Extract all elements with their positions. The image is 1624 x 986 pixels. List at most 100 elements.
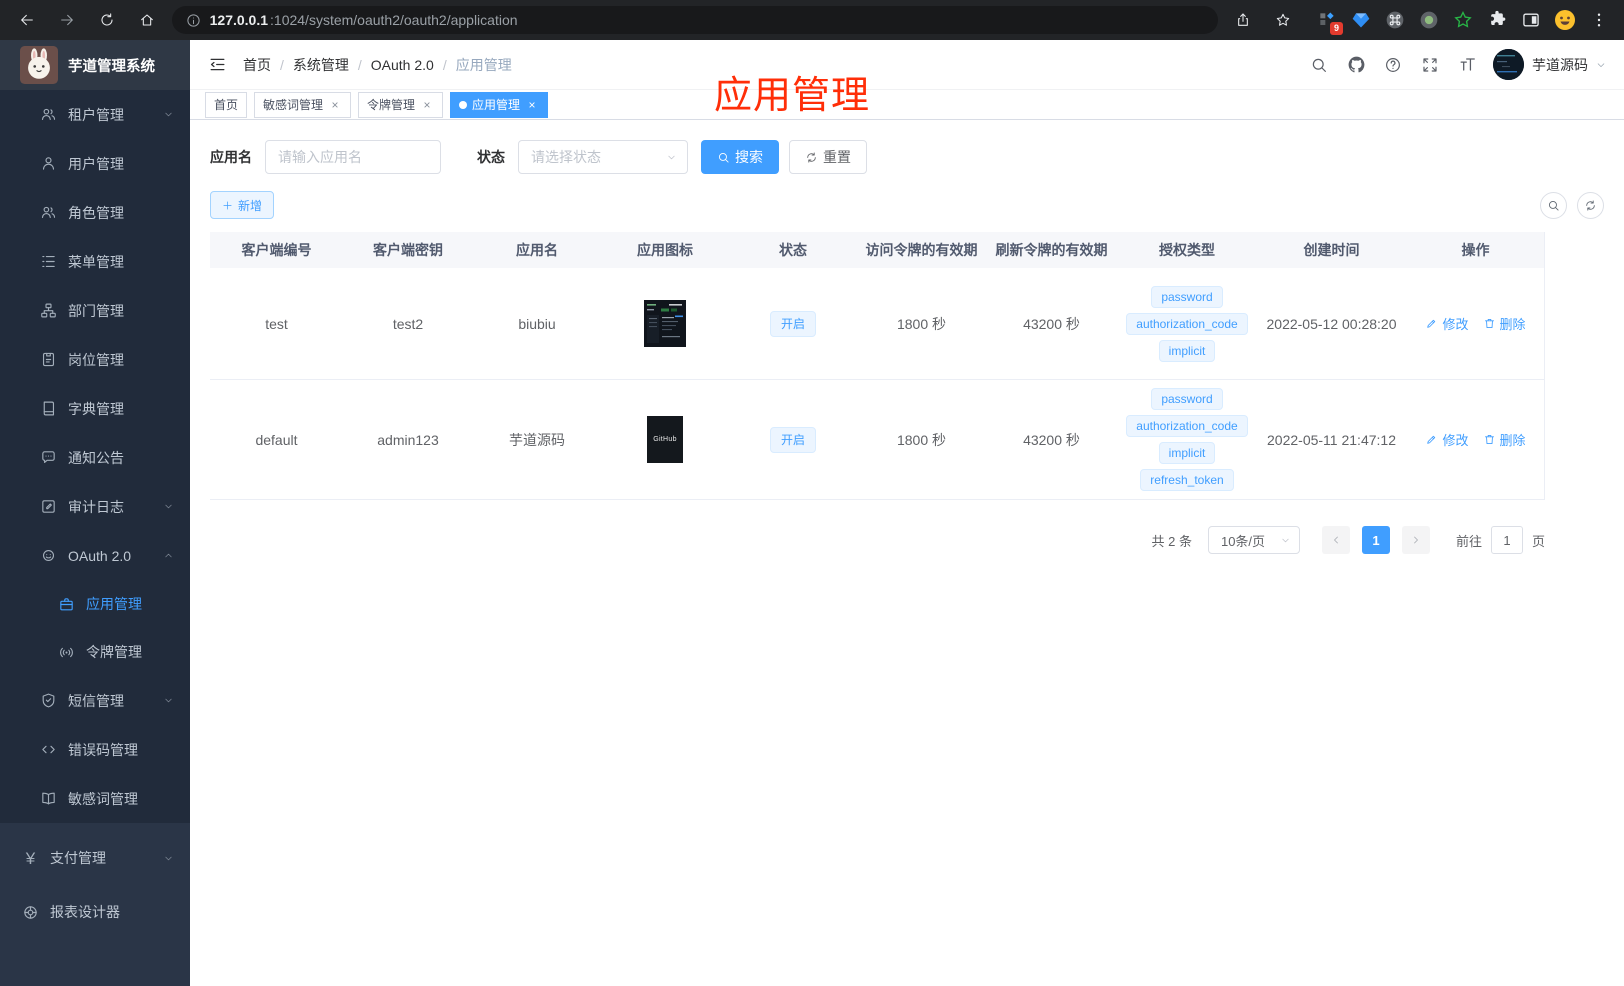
cell-created: 2022-05-11 21:47:12 — [1267, 431, 1396, 448]
extension-tabs-grid-icon[interactable]: 9 — [1314, 6, 1344, 35]
share-button[interactable] — [1228, 5, 1258, 35]
breadcrumb-separator: / — [280, 56, 284, 73]
extension-badge: 9 — [1330, 22, 1344, 35]
cell-secret: admin123 — [377, 431, 439, 448]
cell-app-name: 芋道源码 — [509, 431, 565, 448]
emoji-avatar-icon — [1555, 10, 1576, 30]
sidebar-item-notice[interactable]: 通知公告 — [0, 433, 190, 482]
help-button[interactable] — [1382, 54, 1404, 76]
bookmark-button[interactable] — [1268, 5, 1298, 35]
cell-created: 2022-05-12 00:28:20 — [1266, 315, 1397, 332]
col-created: 创建时间 — [1303, 242, 1360, 258]
col-refresh-ttl: 刷新令牌的有效期 — [995, 242, 1108, 258]
sidebar-item-pay[interactable]: ¥ 支付管理 — [0, 831, 190, 885]
tab-home[interactable]: 首页 — [205, 91, 248, 118]
app-name-input[interactable] — [265, 140, 441, 174]
rabbit-logo-icon — [20, 46, 58, 84]
sidebar-item-report-designer[interactable]: 报表设计器 — [0, 885, 190, 939]
grant-tag: password — [1151, 388, 1223, 410]
header-search-button[interactable] — [1308, 54, 1330, 76]
close-icon[interactable]: × — [328, 98, 342, 112]
page-size-select[interactable]: 10条/页 — [1207, 526, 1300, 554]
side-panel-button[interactable] — [1518, 6, 1544, 34]
font-size-button[interactable] — [1456, 54, 1478, 76]
sidebar-item-audit-log[interactable]: 审计日志 — [0, 482, 190, 531]
search-button[interactable]: 搜索 — [701, 140, 779, 174]
tab-token[interactable]: 令牌管理 × — [358, 91, 444, 118]
edit-link-label: 修改 — [1442, 317, 1469, 332]
extension-recorder-icon[interactable] — [1416, 6, 1442, 34]
tree-list-icon — [42, 255, 55, 268]
sidebar-item-oauth[interactable]: OAuth 2.0 — [0, 531, 190, 580]
browser-menu-button[interactable] — [1586, 6, 1612, 34]
main-area: 首页 / 系统管理 / OAuth 2.0 / 应用管理 芋道源码 首页 敏感词… — [190, 40, 1624, 986]
fullscreen-button[interactable] — [1419, 54, 1441, 76]
sidebar-item-oauth-application[interactable]: 应用管理 — [0, 580, 190, 628]
sidebar-item-user[interactable]: 用户管理 — [0, 139, 190, 188]
sidebar-item-post[interactable]: 岗位管理 — [0, 335, 190, 384]
page-number-1[interactable]: 1 — [1361, 526, 1390, 554]
breadcrumb-system[interactable]: 系统管理 — [293, 55, 349, 75]
chevron-down-icon — [668, 155, 675, 159]
page-size-value: 10条/页 — [1220, 533, 1266, 549]
col-app-name: 应用名 — [516, 242, 558, 258]
cell-refresh-ttl: 43200 秒 — [1023, 315, 1080, 332]
cell-access-ttl: 1800 秒 — [896, 431, 947, 448]
sidebar-item-sms[interactable]: 短信管理 — [0, 676, 190, 725]
breadcrumb-home[interactable]: 首页 — [243, 55, 271, 75]
browser-home-button[interactable] — [132, 5, 162, 35]
extension-star-icon[interactable] — [1450, 6, 1476, 34]
delete-link[interactable]: 删除 — [1483, 314, 1526, 333]
browser-forward-button[interactable] — [52, 5, 82, 35]
edit-link[interactable]: 修改 — [1425, 314, 1469, 333]
goto-page-input[interactable] — [1490, 526, 1523, 554]
filter-form: 应用名 状态 请选择状态 搜索 重置 — [210, 140, 1604, 174]
cell-grant-types: password authorization_code implicit ref… — [1117, 380, 1257, 499]
browser-profile-avatar[interactable] — [1552, 6, 1578, 34]
browser-back-button[interactable] — [12, 5, 42, 35]
user-dropdown[interactable]: 芋道源码 — [1493, 49, 1606, 80]
sidebar-item-label: 菜单管理 — [68, 253, 124, 270]
chevron-down-icon — [165, 698, 172, 703]
status-select[interactable]: 请选择状态 — [518, 140, 688, 174]
sidebar-item-tenant[interactable]: 租户管理 — [0, 90, 190, 139]
extension-command-icon[interactable] — [1382, 6, 1408, 34]
page-content: 应用名 状态 请选择状态 搜索 重置 新增 — [190, 120, 1624, 574]
chevron-down-icon — [165, 856, 172, 860]
sidebar-item-dept[interactable]: 部门管理 — [0, 286, 190, 335]
hide-search-button[interactable] — [1540, 191, 1567, 219]
close-icon[interactable]: × — [420, 98, 434, 112]
extensions-puzzle-button[interactable] — [1484, 6, 1510, 34]
extension-gem-icon[interactable] — [1348, 6, 1374, 34]
prev-page-button[interactable] — [1321, 526, 1350, 554]
app-logo[interactable]: 芋道管理系统 — [0, 40, 190, 90]
address-bar[interactable]: 127.0.0.1:1024/system/oauth2/oauth2/appl… — [171, 6, 1219, 34]
sidebar-collapse-button[interactable] — [208, 55, 227, 74]
sidebar-item-dict[interactable]: 字典管理 — [0, 384, 190, 433]
reset-button[interactable]: 重置 — [789, 140, 867, 174]
tab-sensitive-word[interactable]: 敏感词管理 × — [254, 91, 352, 118]
delete-link-label: 删除 — [1499, 433, 1526, 448]
breadcrumb-oauth[interactable]: OAuth 2.0 — [371, 57, 434, 73]
col-access-ttl: 访问令牌的有效期 — [865, 242, 978, 258]
edit-link[interactable]: 修改 — [1425, 430, 1469, 449]
browser-reload-button[interactable] — [92, 5, 122, 35]
next-page-button[interactable] — [1401, 526, 1430, 554]
refresh-table-button[interactable] — [1577, 191, 1604, 219]
close-icon[interactable]: × — [525, 98, 539, 112]
sidebar-item-errorcode[interactable]: 错误码管理 — [0, 725, 190, 774]
tab-application[interactable]: 应用管理 × — [450, 91, 549, 118]
github-link-button[interactable] — [1345, 54, 1367, 76]
caret-down-icon — [1597, 62, 1605, 67]
sidebar-item-sensitive-word[interactable]: 敏感词管理 — [0, 774, 190, 823]
delete-link[interactable]: 删除 — [1483, 430, 1526, 449]
sidebar-item-oauth-token[interactable]: 令牌管理 — [0, 628, 190, 676]
sidebar-item-role[interactable]: 角色管理 — [0, 188, 190, 237]
pagination-total: 共 2 条 — [1151, 533, 1192, 549]
add-button[interactable]: 新增 — [210, 191, 275, 219]
col-status: 状态 — [779, 242, 807, 258]
breadcrumb-current: 应用管理 — [455, 56, 512, 73]
sidebar-item-menu[interactable]: 菜单管理 — [0, 237, 190, 286]
chevron-left-icon — [1334, 536, 1338, 544]
info-icon — [187, 13, 200, 27]
